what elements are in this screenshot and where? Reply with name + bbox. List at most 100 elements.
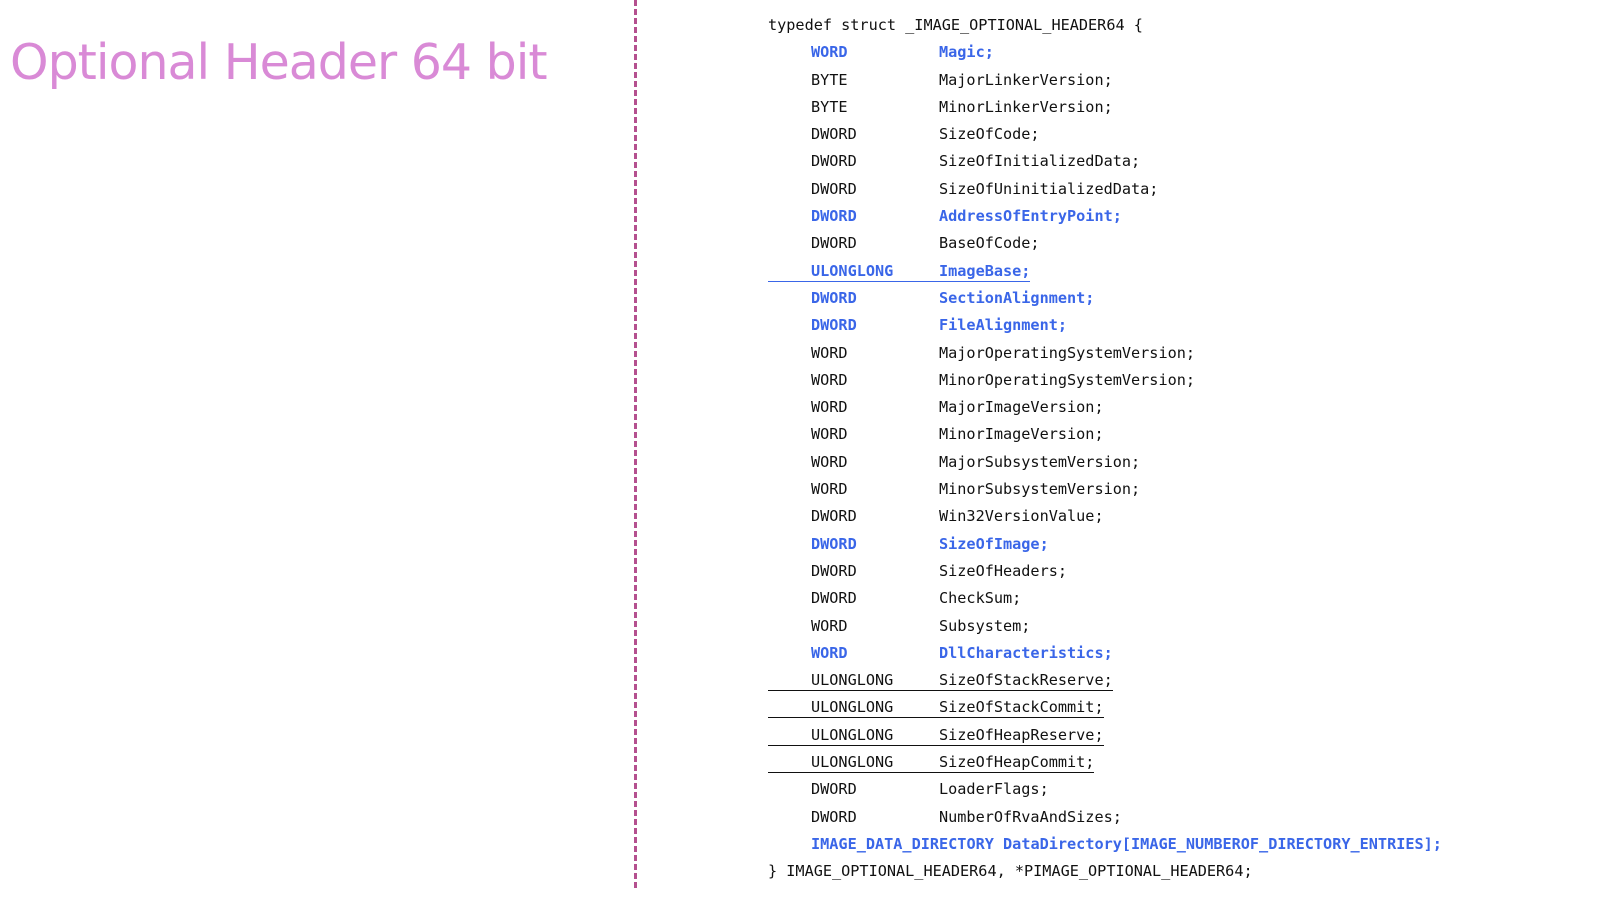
struct-member-line: DWORD SectionAlignment; xyxy=(768,285,1442,312)
member-name: BaseOfCode; xyxy=(939,234,1040,253)
struct-member-line: WORD Subsystem; xyxy=(768,613,1442,640)
struct-member-line: WORD MajorOperatingSystemVersion; xyxy=(768,340,1442,367)
member-type: ULONGLONG xyxy=(811,671,894,690)
member-name: SizeOfHeaders; xyxy=(939,561,1068,580)
member-underline: ULONGLONG SizeOfStackCommit; xyxy=(768,698,1104,719)
member-type: IMAGE_DATA_DIRECTORY xyxy=(811,834,994,853)
member-name: SizeOfStackCommit; xyxy=(939,698,1104,717)
member-name: SizeOfCode; xyxy=(939,125,1040,144)
member-type: WORD xyxy=(811,616,848,635)
struct-member-line: ULONGLONG SizeOfHeapReserve; xyxy=(768,722,1442,749)
member-name: Subsystem; xyxy=(939,616,1031,635)
struct-opening-line: typedef struct _IMAGE_OPTIONAL_HEADER64 … xyxy=(768,16,1143,34)
struct-member-line: DWORD SizeOfCode; xyxy=(768,121,1442,148)
member-type: WORD xyxy=(811,480,848,499)
member-type: ULONGLONG xyxy=(811,261,894,280)
member-type: DWORD xyxy=(811,234,857,253)
struct-member-line: ULONGLONG SizeOfStackReserve; xyxy=(768,667,1442,694)
dashed-divider xyxy=(634,0,637,888)
member-type: WORD xyxy=(811,343,848,362)
struct-member-line: DWORD LoaderFlags; xyxy=(768,776,1442,803)
struct-member-line: DWORD SizeOfHeaders; xyxy=(768,558,1442,585)
member-type: WORD xyxy=(811,452,848,471)
struct-member-line: WORD MinorSubsystemVersion; xyxy=(768,476,1442,503)
member-type: ULONGLONG xyxy=(811,725,894,744)
member-name: SizeOfStackReserve; xyxy=(939,671,1113,690)
member-name: LoaderFlags; xyxy=(939,780,1049,799)
struct-member-line: ULONGLONG ImageBase; xyxy=(768,258,1442,285)
member-name: MinorLinkerVersion; xyxy=(939,97,1113,116)
member-type: WORD xyxy=(811,425,848,444)
member-type: DWORD xyxy=(811,561,857,580)
member-name: DllCharacteristics; xyxy=(939,643,1113,662)
member-type: WORD xyxy=(811,398,848,417)
member-name: SizeOfHeapCommit; xyxy=(939,753,1095,772)
member-name: SizeOfImage; xyxy=(939,534,1049,553)
struct-member-line: DWORD FileAlignment; xyxy=(768,312,1442,339)
struct-code-block: typedef struct _IMAGE_OPTIONAL_HEADER64 … xyxy=(768,12,1442,886)
struct-member-line: BYTE MinorLinkerVersion; xyxy=(768,94,1442,121)
member-type: DWORD xyxy=(811,507,857,526)
member-name: Win32VersionValue; xyxy=(939,507,1104,526)
member-name: CheckSum; xyxy=(939,589,1022,608)
member-underline: ULONGLONG SizeOfHeapCommit; xyxy=(768,753,1095,774)
member-name: SizeOfInitializedData; xyxy=(939,152,1141,171)
member-type: WORD xyxy=(811,43,848,62)
member-type: DWORD xyxy=(811,207,857,226)
member-name: SizeOfUninitializedData; xyxy=(939,179,1159,198)
member-type: ULONGLONG xyxy=(811,753,894,772)
struct-member-line: DWORD Win32VersionValue; xyxy=(768,503,1442,530)
struct-member-line: WORD MinorOperatingSystemVersion; xyxy=(768,367,1442,394)
struct-member-line: WORD DllCharacteristics; xyxy=(768,640,1442,667)
struct-member-line: IMAGE_DATA_DIRECTORY DataDirectory[IMAGE… xyxy=(768,831,1442,858)
struct-closing-line: } IMAGE_OPTIONAL_HEADER64, *PIMAGE_OPTIO… xyxy=(768,862,1253,881)
member-name: SectionAlignment; xyxy=(939,288,1095,307)
member-name: MajorLinkerVersion; xyxy=(939,70,1113,89)
member-type: DWORD xyxy=(811,589,857,608)
member-name: MinorSubsystemVersion; xyxy=(939,480,1141,499)
member-underline: ULONGLONG SizeOfStackReserve; xyxy=(768,671,1113,692)
member-name: MinorImageVersion; xyxy=(939,425,1104,444)
member-type: DWORD xyxy=(811,152,857,171)
struct-member-line: WORD MajorSubsystemVersion; xyxy=(768,449,1442,476)
member-type: WORD xyxy=(811,370,848,389)
member-name: AddressOfEntryPoint; xyxy=(939,207,1122,226)
member-name: NumberOfRvaAndSizes; xyxy=(939,807,1122,826)
member-type: DWORD xyxy=(811,288,857,307)
member-type: DWORD xyxy=(811,125,857,144)
member-name: ImageBase; xyxy=(939,261,1031,280)
member-type: ULONGLONG xyxy=(811,698,894,717)
struct-member-line: DWORD BaseOfCode; xyxy=(768,230,1442,257)
member-name: MajorSubsystemVersion; xyxy=(939,452,1141,471)
struct-member-line: DWORD CheckSum; xyxy=(768,585,1442,612)
struct-member-list: WORD Magic; BYTE MajorLinkerVersion; BYTE Min… xyxy=(768,39,1442,858)
struct-member-line: DWORD AddressOfEntryPoint; xyxy=(768,203,1442,230)
member-type: DWORD xyxy=(811,780,857,799)
member-type: DWORD xyxy=(811,316,857,335)
struct-member-line: BYTE MajorLinkerVersion; xyxy=(768,67,1442,94)
member-type: BYTE xyxy=(811,97,848,116)
struct-member-line: DWORD NumberOfRvaAndSizes; xyxy=(768,804,1442,831)
member-underline: ULONGLONG ImageBase; xyxy=(768,261,1031,282)
member-type: DWORD xyxy=(811,534,857,553)
member-name: FileAlignment; xyxy=(939,316,1068,335)
member-name: MajorOperatingSystemVersion; xyxy=(939,343,1196,362)
member-name: SizeOfHeapReserve; xyxy=(939,725,1104,744)
struct-member-line: DWORD SizeOfInitializedData; xyxy=(768,148,1442,175)
struct-member-line: WORD MajorImageVersion; xyxy=(768,394,1442,421)
member-type: WORD xyxy=(811,643,848,662)
struct-member-line: WORD MinorImageVersion; xyxy=(768,421,1442,448)
member-name: MajorImageVersion; xyxy=(939,398,1104,417)
member-name: DataDirectory[IMAGE_NUMBEROF_DIRECTORY_E… xyxy=(1003,834,1442,853)
member-type: DWORD xyxy=(811,807,857,826)
member-name: Magic; xyxy=(939,43,994,62)
member-name: MinorOperatingSystemVersion; xyxy=(939,370,1196,389)
member-type: DWORD xyxy=(811,179,857,198)
struct-member-line: WORD Magic; xyxy=(768,39,1442,66)
struct-member-line: ULONGLONG SizeOfHeapCommit; xyxy=(768,749,1442,776)
member-underline: ULONGLONG SizeOfHeapReserve; xyxy=(768,725,1104,746)
struct-member-line: DWORD SizeOfImage; xyxy=(768,531,1442,558)
member-type: BYTE xyxy=(811,70,848,89)
slide-title: Optional Header 64 bit xyxy=(10,34,548,91)
struct-member-line: DWORD SizeOfUninitializedData; xyxy=(768,176,1442,203)
